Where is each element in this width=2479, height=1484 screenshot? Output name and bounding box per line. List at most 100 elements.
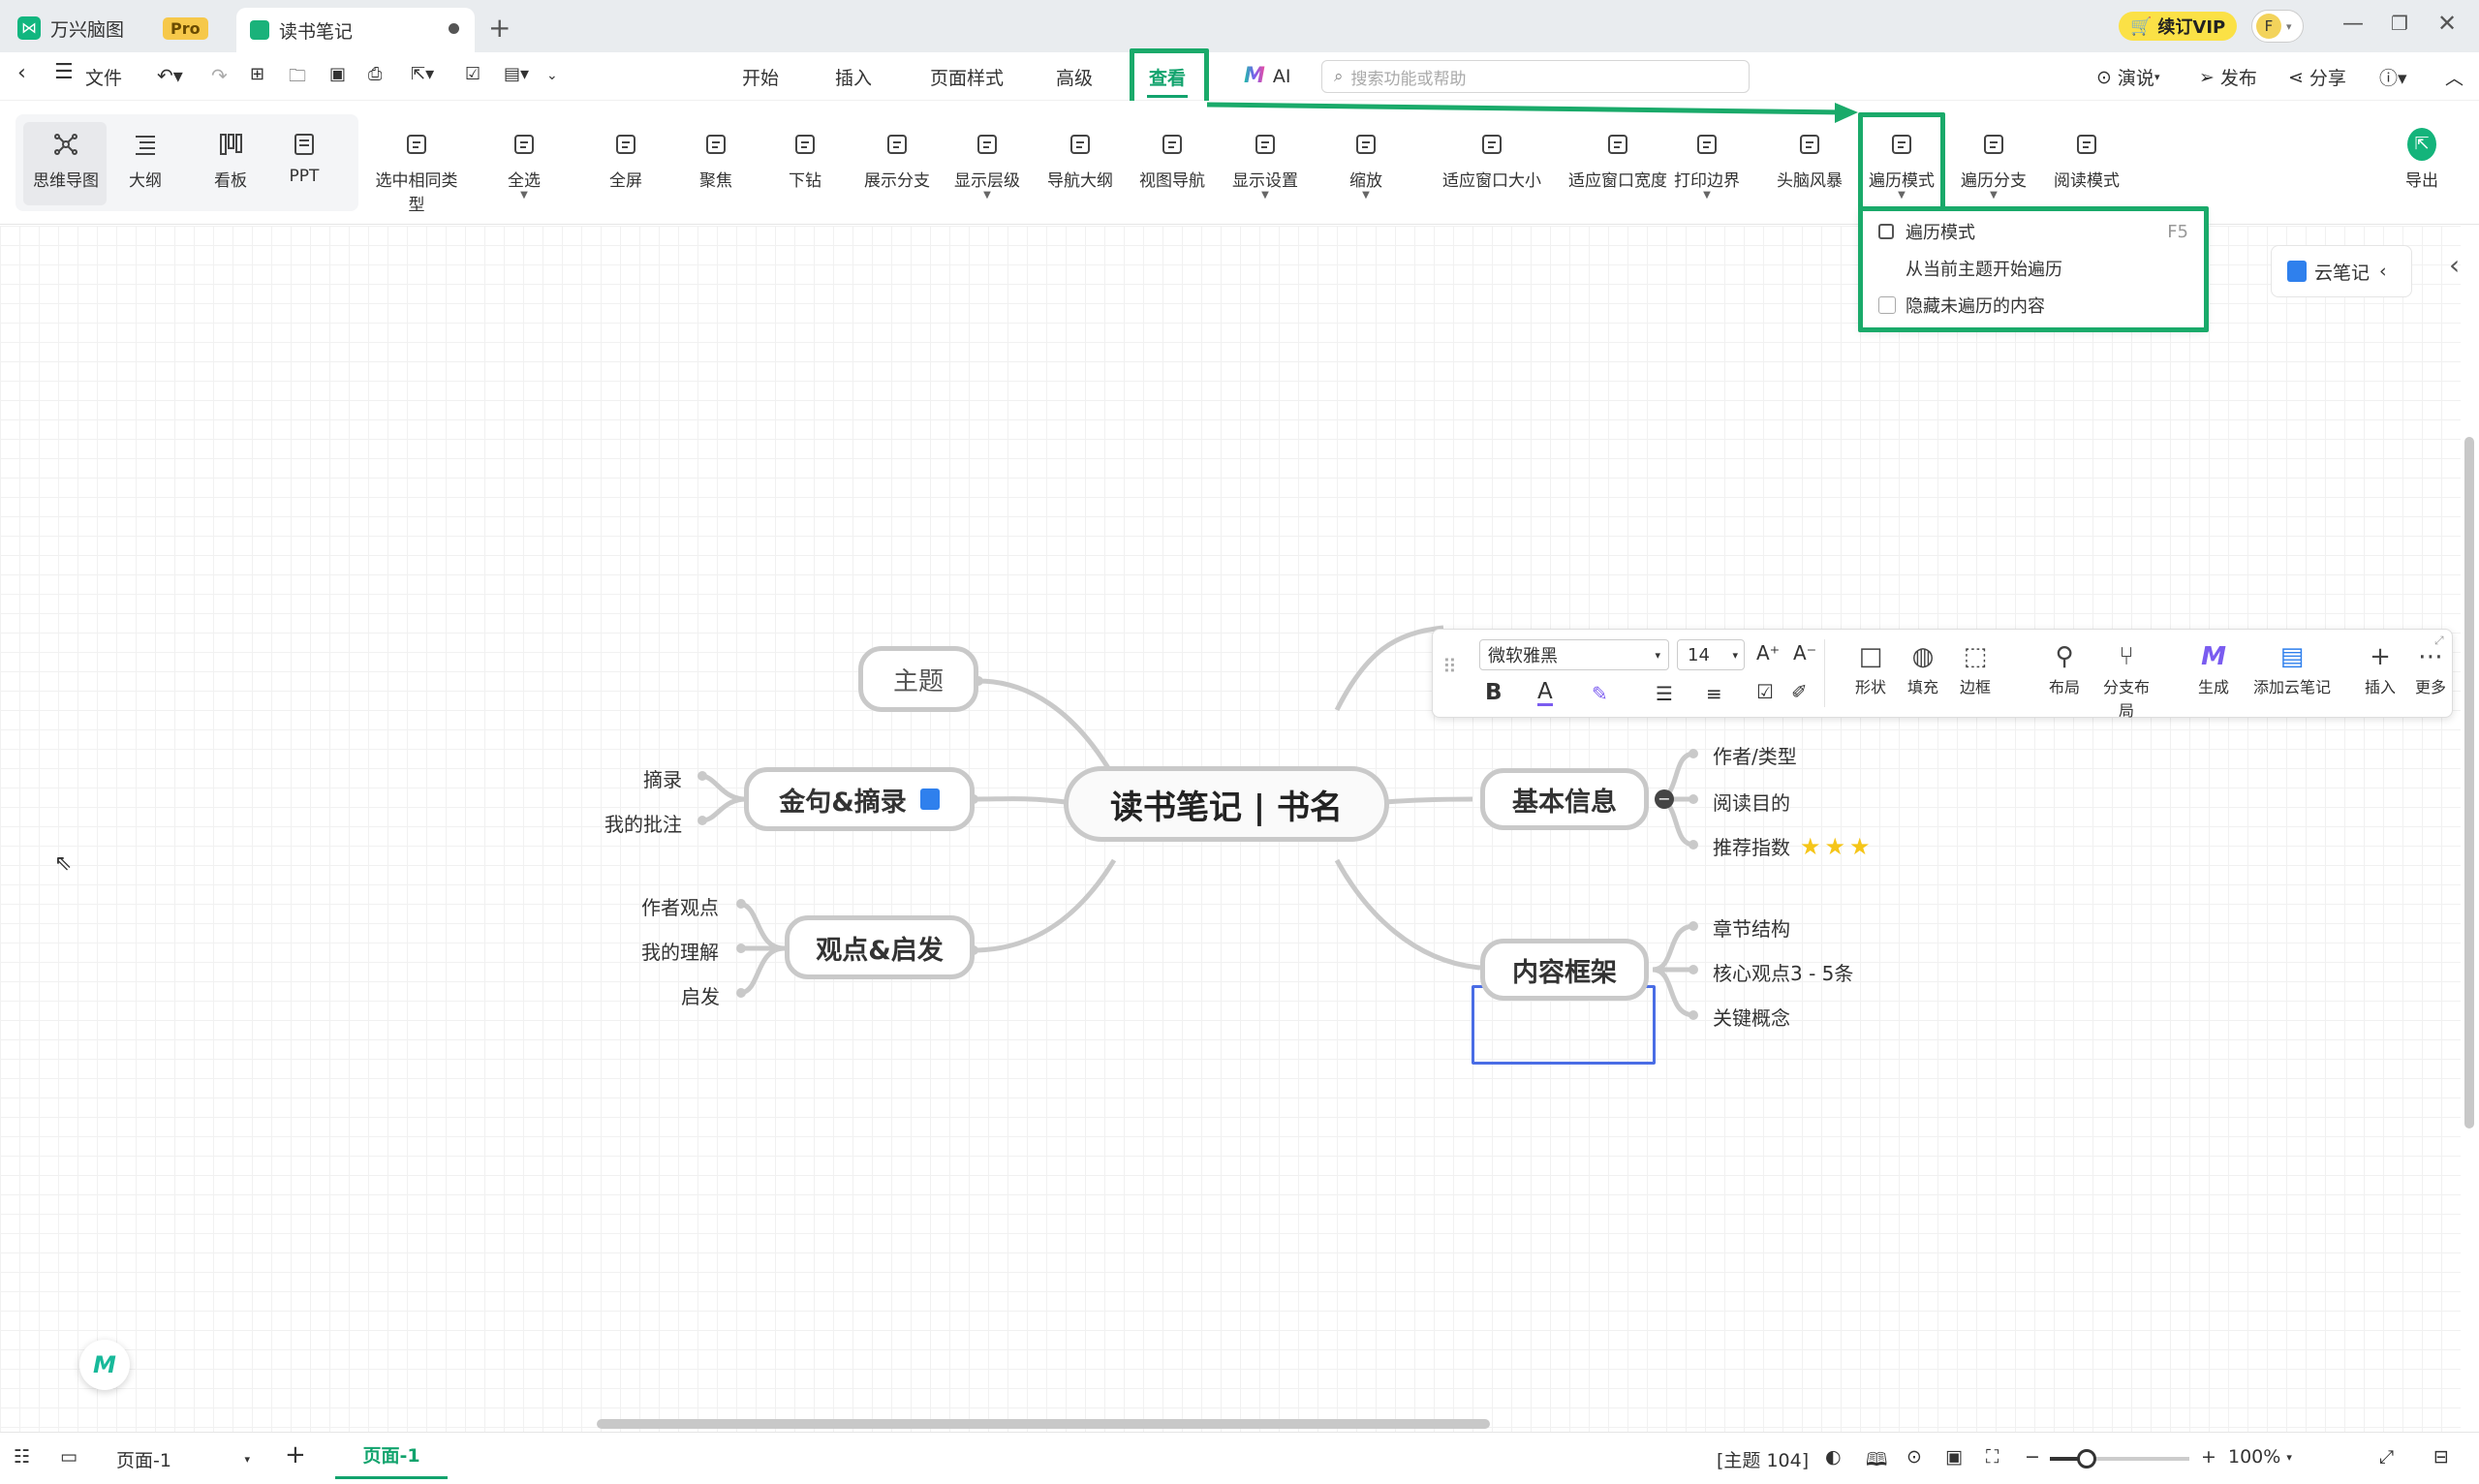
collapse-branch-icon[interactable]: −	[1655, 789, 1674, 809]
file-menu[interactable]: 文件	[85, 64, 122, 90]
leaf-my-understanding[interactable]: 我的理解	[641, 937, 719, 965]
ribbon-show-branch-button[interactable]: 展示分支	[849, 124, 945, 211]
vip-button[interactable]: 🛒 续订VIP	[2119, 12, 2238, 41]
zoom-out-icon[interactable]: −	[2025, 1446, 2040, 1468]
outline-toggle-icon[interactable]: ☷	[14, 1446, 30, 1468]
float-shape-button[interactable]: □ 形状	[1842, 639, 1900, 697]
leaf-author-type[interactable]: 作者/类型	[1713, 741, 1797, 769]
checkbox-icon[interactable]: ☑	[1756, 680, 1774, 703]
format-painter-icon[interactable]: ✐	[1791, 680, 1808, 703]
ribbon-zoom-button[interactable]: 缩放 ▼	[1317, 124, 1414, 211]
close-icon[interactable]: ✕	[2437, 10, 2457, 37]
drag-handle-icon[interactable]: ⠿	[1442, 655, 1457, 678]
cloud-note-button[interactable]: 云笔记 ‹	[2271, 245, 2412, 297]
minimize-icon[interactable]: —	[2342, 12, 2364, 36]
collapse-ribbon-icon[interactable]: ︿	[2445, 64, 2464, 90]
tab-insert[interactable]: 插入	[835, 64, 872, 90]
ribbon-display-settings-button[interactable]: 显示设置 ▼	[1217, 124, 1314, 211]
document-tab[interactable]: 读书笔记	[236, 8, 475, 52]
font-size-select[interactable]: 14 ▾	[1677, 639, 1745, 670]
tab-advanced[interactable]: 高级	[1056, 64, 1093, 90]
leaf-inspiration[interactable]: 启发	[681, 981, 720, 1009]
save-icon[interactable]: ▣	[329, 64, 346, 84]
leaf-author-view[interactable]: 作者观点	[641, 892, 719, 920]
tab-start[interactable]: 开始	[742, 64, 779, 90]
font-color-button[interactable]: A	[1537, 680, 1553, 706]
expand-corner-icon[interactable]: ⤢	[2434, 634, 2444, 648]
float-layout-button[interactable]: ⚲ 布局	[2035, 639, 2093, 697]
leaf-key-concepts[interactable]: 关键概念	[1713, 1003, 1790, 1031]
view-mode-ppt[interactable]: PPT	[256, 124, 353, 211]
view-mode-outline[interactable]: 大纲	[97, 124, 194, 211]
bold-button[interactable]: B	[1485, 680, 1503, 705]
zoom-level-select[interactable]: 100% ▾	[2228, 1446, 2292, 1468]
play-icon[interactable]: ⊙	[1906, 1446, 1922, 1468]
new-file-icon[interactable]: ⊞	[250, 64, 264, 84]
leaf-recommend[interactable]: 推荐指数 ★★★	[1713, 832, 1875, 860]
help-icon[interactable]: ⓘ▾	[2379, 64, 2407, 90]
ribbon-brainstorm-button[interactable]: 头脑风暴	[1761, 124, 1858, 211]
ribbon-fullscreen-button[interactable]: 全屏	[577, 124, 674, 211]
font-family-select[interactable]: 微软雅黑 ▾	[1479, 639, 1669, 670]
present-button[interactable]: ⊙ 演说 ▾	[2096, 64, 2159, 90]
publish-button[interactable]: ➢ 发布	[2199, 64, 2257, 90]
decrease-font-icon[interactable]: A⁻	[1793, 641, 1816, 665]
ribbon-reading-mode-button[interactable]: 阅读模式	[2038, 124, 2135, 211]
app-home-tab[interactable]: ⋈ 万兴脑图 Pro	[17, 8, 208, 48]
branch-quotes[interactable]: 金句&摘录	[744, 767, 975, 831]
page-panel-icon[interactable]: ▭	[60, 1446, 77, 1468]
align-icon[interactable]: ≡	[1706, 682, 1722, 705]
back-icon[interactable]: ‹	[17, 61, 26, 85]
float-insert-button[interactable]: + 插入	[2351, 639, 2409, 697]
ribbon-view-nav-button[interactable]: 视图导航	[1124, 124, 1221, 211]
ribbon-select-same-button[interactable]: 选中相同类型	[368, 124, 465, 215]
ribbon-nav-outline-button[interactable]: 导航大纲	[1032, 124, 1129, 211]
add-page-icon[interactable]: +	[285, 1440, 306, 1469]
central-topic[interactable]: 读书笔记 | 书名	[1064, 766, 1389, 842]
vertical-scrollbar[interactable]	[2464, 437, 2474, 1128]
tab-page-style[interactable]: 页面样式	[930, 64, 1004, 90]
more-chevron-icon[interactable]: ⌄	[546, 68, 558, 83]
ribbon-show-level-button[interactable]: 显示层级 ▼	[939, 124, 1036, 211]
increase-font-icon[interactable]: A⁺	[1756, 641, 1780, 665]
leaf-core-views[interactable]: 核心观点3 - 5条	[1713, 958, 1853, 986]
float-fill-button[interactable]: ◍ 填充	[1894, 639, 1952, 697]
share-button[interactable]: ⋖ 分享	[2288, 64, 2346, 90]
page-select[interactable]: 页面-1 ▾	[108, 1442, 250, 1475]
avatar-menu[interactable]: F ▾	[2251, 10, 2304, 43]
theme-icon[interactable]: ◐	[1825, 1446, 1842, 1468]
float-branch-layout-button[interactable]: ⑂ 分支布局	[2097, 639, 2155, 721]
export-small-icon[interactable]: ⇱▾	[411, 64, 434, 84]
undo-icon[interactable]: ↶▾	[157, 64, 183, 87]
ai-assistant-button[interactable]: M	[79, 1340, 130, 1390]
float-border-button[interactable]: ⬚ 边框	[1946, 639, 2004, 697]
zoom-slider-thumb[interactable]	[2077, 1449, 2096, 1469]
list-icon[interactable]: ☰	[1656, 682, 1673, 705]
fit-page-icon[interactable]: ▣	[1945, 1446, 1963, 1468]
restore-icon[interactable]: ❐	[2391, 12, 2408, 35]
leaf-my-notes[interactable]: 我的批注	[604, 809, 682, 837]
topic-node[interactable]: 主题	[858, 646, 978, 712]
ribbon-focus-button[interactable]: 聚焦	[667, 124, 764, 211]
redo-icon[interactable]: ↷	[211, 64, 228, 87]
branch-framework[interactable]: 内容框架	[1480, 939, 1649, 1001]
fullscreen-small-icon[interactable]: ⛶	[1986, 1446, 1999, 1468]
checkin-icon[interactable]: ☑	[465, 64, 480, 84]
side-panel-toggle-icon[interactable]: ‹	[2449, 249, 2460, 281]
branch-basic-info[interactable]: 基本信息	[1480, 768, 1649, 830]
ribbon-print-border-button[interactable]: 打印边界 ▼	[1658, 124, 1755, 211]
new-tab-plus-icon[interactable]: +	[488, 12, 511, 44]
zoom-in-icon[interactable]: +	[2201, 1446, 2216, 1468]
branch-views[interactable]: 观点&启发	[785, 915, 975, 979]
open-folder-icon[interactable]: 🗀	[289, 64, 306, 93]
leaf-excerpt[interactable]: 摘录	[643, 764, 682, 792]
ribbon-fit-window-button[interactable]: 适应窗口大小	[1424, 124, 1560, 211]
float-more-button[interactable]: ⋯ 更多	[2402, 639, 2460, 697]
leaf-reading-purpose[interactable]: 阅读目的	[1713, 788, 1790, 816]
book-icon[interactable]: 🕮	[1866, 1446, 1887, 1477]
fit-screen-icon[interactable]: ⤢	[2379, 1446, 2394, 1468]
highlighter-icon[interactable]: ✎	[1592, 682, 1608, 705]
save-as-icon[interactable]: ▤▾	[504, 64, 529, 84]
tab-ai[interactable]: M AI	[1244, 64, 1291, 88]
float-generate-button[interactable]: M 生成	[2185, 639, 2243, 697]
